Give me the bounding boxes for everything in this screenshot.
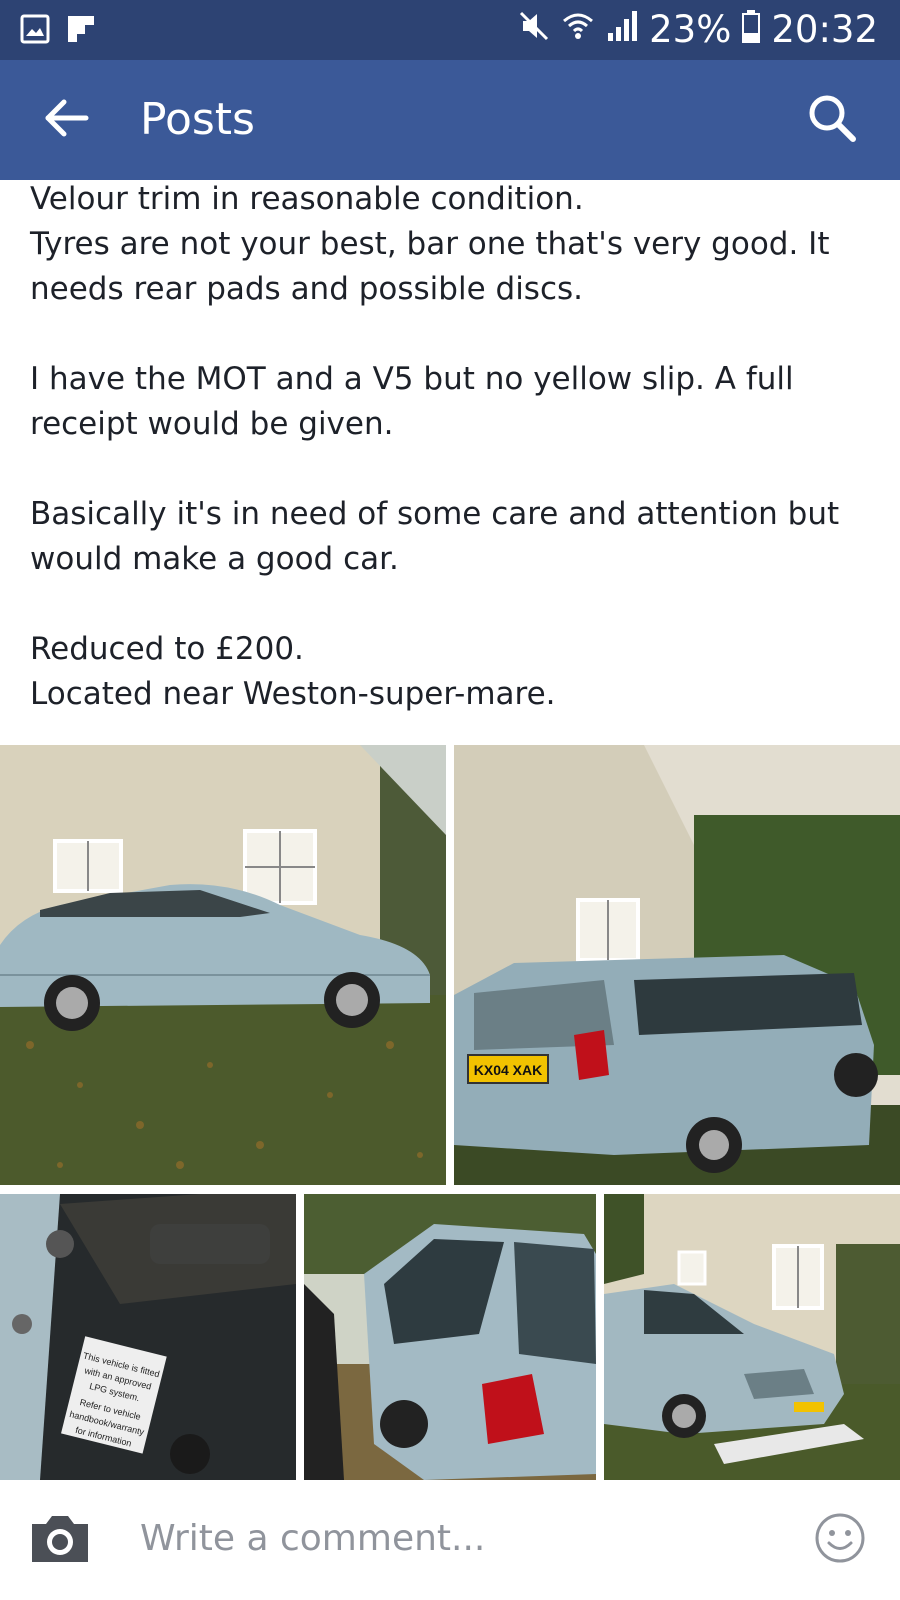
post-line: Basically it's in need of some care and … xyxy=(30,496,840,577)
post-photo-1[interactable] xyxy=(0,745,446,1185)
gallery-icon xyxy=(20,14,50,49)
mute-icon xyxy=(517,9,551,52)
post-line: I have the MOT and a V5 but no yellow sl… xyxy=(30,361,794,442)
post-photo-2[interactable]: KX04 XAK xyxy=(454,745,900,1185)
post-line: Reduced to £200. xyxy=(30,631,304,667)
arrow-left-icon xyxy=(42,98,90,143)
emoji-button[interactable] xyxy=(814,1512,866,1564)
comment-bar xyxy=(0,1480,900,1600)
licence-plate: KX04 XAK xyxy=(474,1062,542,1078)
app-bar: Posts xyxy=(0,60,900,180)
comment-input[interactable] xyxy=(140,1506,780,1570)
signal-icon xyxy=(605,9,639,52)
camera-button[interactable] xyxy=(28,1510,92,1566)
status-bar-right: 23% 20:32 xyxy=(517,8,878,52)
clock: 20:32 xyxy=(771,8,878,51)
post-photo-3[interactable]: This vehicle is fitted with an approved … xyxy=(0,1194,296,1480)
post-line: Velour trim in reasonable condition. xyxy=(30,181,584,217)
post-photo-5[interactable] xyxy=(604,1194,900,1480)
emoji-icon xyxy=(814,1513,866,1568)
post-line: Located near Weston-super-mare. xyxy=(30,676,556,712)
battery-percent: 23% xyxy=(649,8,732,51)
post-photo-4[interactable] xyxy=(304,1194,596,1480)
page-title: Posts xyxy=(140,94,255,145)
search-button[interactable] xyxy=(804,92,860,148)
post-body: Velour trim in reasonable condition. Tyr… xyxy=(30,177,870,717)
back-button[interactable] xyxy=(40,94,92,146)
flipboard-icon xyxy=(66,14,96,49)
status-bar: 23% 20:32 xyxy=(0,0,900,60)
post-line: Tyres are not your best, bar one that's … xyxy=(30,226,830,307)
wifi-icon xyxy=(561,9,595,52)
status-bar-left xyxy=(20,14,96,49)
camera-icon xyxy=(28,1516,92,1570)
battery-icon xyxy=(741,9,761,52)
search-icon xyxy=(806,92,858,149)
